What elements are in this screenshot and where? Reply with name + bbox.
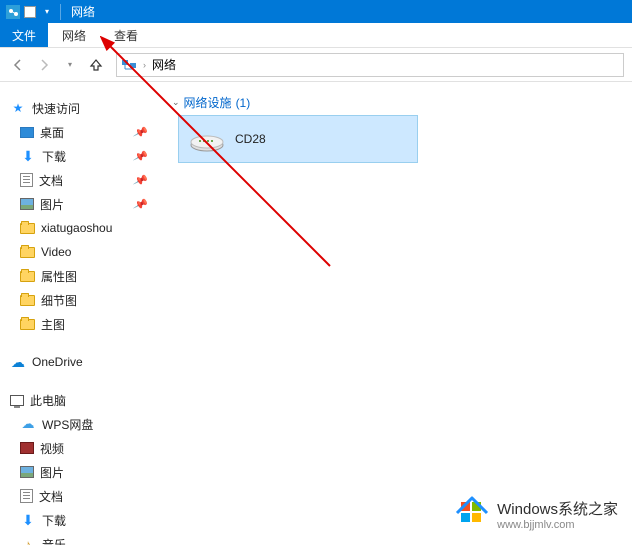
tree-item-label: 桌面 (40, 124, 64, 141)
pin-icon: 📌 (133, 148, 150, 164)
tree-item-label: 细节图 (41, 292, 77, 309)
document-icon (20, 173, 33, 187)
download-icon: ⬇ (20, 148, 36, 164)
pin-icon: 📌 (133, 172, 150, 188)
folder-icon (20, 223, 35, 234)
tree-item-label: 图片 (40, 464, 64, 481)
tab-network[interactable]: 网络 (48, 23, 100, 47)
content-area: ★ 快速访问 桌面 📌 ⬇ 下载 📌 文档 📌 图片 📌 xiatugaoshou Vid… (0, 82, 632, 545)
breadcrumb-chevron-icon: › (143, 60, 146, 70)
tree-label: 快速访问 (32, 100, 80, 117)
computer-icon (10, 395, 24, 406)
desktop-icon (20, 127, 34, 138)
watermark: Windows系统之家 www.bjjmlv.com (455, 496, 618, 533)
tree-item-downloads-pc[interactable]: ⬇ 下载 (8, 508, 160, 532)
pin-icon: 📌 (133, 196, 150, 212)
tree-item-label: Video (41, 245, 71, 259)
tree-item-label: 文档 (39, 172, 63, 189)
watermark-url: www.bjjmlv.com (497, 519, 618, 531)
address-location: 网络 (152, 56, 176, 73)
tree-group-quickaccess: ★ 快速访问 桌面 📌 ⬇ 下载 📌 文档 📌 图片 📌 xiatugaoshou Vid… (8, 96, 160, 336)
qat-checkbox[interactable] (24, 6, 36, 18)
chevron-down-icon: ⌄ (172, 97, 180, 108)
tree-item-folder[interactable]: 细节图 (8, 288, 160, 312)
folder-icon (20, 295, 35, 306)
tree-item-folder[interactable]: 属性图 (8, 264, 160, 288)
folder-icon (20, 247, 35, 258)
device-name: CD28 (235, 132, 266, 146)
cloud-icon: ☁ (10, 354, 26, 370)
tree-item-pictures-pc[interactable]: 图片 (8, 460, 160, 484)
nav-tree: ★ 快速访问 桌面 📌 ⬇ 下载 📌 文档 📌 图片 📌 xiatugaoshou Vid… (0, 82, 160, 545)
tree-item-label: 下载 (42, 148, 66, 165)
tree-item-folder[interactable]: 主图 (8, 312, 160, 336)
tree-node-quickaccess[interactable]: ★ 快速访问 (8, 96, 160, 120)
tree-item-label: 主图 (41, 316, 65, 333)
network-icon (121, 57, 137, 73)
cloud-icon: ☁ (20, 416, 36, 432)
section-count: (1) (236, 96, 251, 110)
title-separator (60, 4, 61, 20)
tree-item-downloads[interactable]: ⬇ 下载 📌 (8, 144, 160, 168)
nav-up-button[interactable] (86, 55, 106, 75)
app-icon[interactable] (4, 3, 22, 21)
nav-forward-button[interactable] (34, 55, 54, 75)
pin-icon: 📌 (133, 124, 150, 140)
tree-item-label: xiatugaoshou (41, 221, 112, 235)
tree-item-label: 下载 (42, 512, 66, 529)
nav-history-dropdown[interactable]: ▾ (60, 55, 80, 75)
folder-icon (20, 319, 35, 330)
picture-icon (20, 198, 34, 210)
tree-group-onedrive: ☁ OneDrive (8, 350, 160, 374)
music-icon: ♪ (20, 536, 36, 545)
nav-back-button[interactable] (8, 55, 28, 75)
tree-item-pictures[interactable]: 图片 📌 (8, 192, 160, 216)
tab-view[interactable]: 查看 (100, 23, 152, 47)
tree-item-documents[interactable]: 文档 📌 (8, 168, 160, 192)
tree-item-folder[interactable]: Video (8, 240, 160, 264)
tree-item-music[interactable]: ♪ 音乐 (8, 532, 160, 545)
folder-icon (20, 271, 35, 282)
tree-item-label: 视频 (40, 440, 64, 457)
tree-item-label: 文档 (39, 488, 63, 505)
tree-group-thispc: 此电脑 ☁ WPS网盘 视频 图片 文档 ⬇ 下载 ♪ 音乐 (8, 388, 160, 545)
tree-item-desktop[interactable]: 桌面 📌 (8, 120, 160, 144)
main-pane: ⌄ 网络设施 (1) CD28 (160, 82, 632, 545)
tree-item-folder[interactable]: xiatugaoshou (8, 216, 160, 240)
tab-file[interactable]: 文件 (0, 23, 48, 47)
tree-item-label: 图片 (40, 196, 64, 213)
router-icon (189, 125, 225, 153)
tree-label: OneDrive (32, 355, 83, 369)
section-label: 网络设施 (184, 94, 232, 111)
tree-item-documents-pc[interactable]: 文档 (8, 484, 160, 508)
nav-bar: ▾ › 网络 (0, 48, 632, 82)
tree-node-onedrive[interactable]: ☁ OneDrive (8, 350, 160, 374)
section-header[interactable]: ⌄ 网络设施 (1) (172, 94, 622, 111)
tree-item-label: 属性图 (41, 268, 77, 285)
windows-logo-icon (455, 496, 489, 533)
tree-label: 此电脑 (30, 392, 66, 409)
qat-dropdown-icon[interactable]: ▾ (38, 3, 56, 21)
tree-item-label: WPS网盘 (42, 416, 93, 433)
watermark-brand: Windows系统之家 (497, 498, 618, 519)
address-bar[interactable]: › 网络 (116, 53, 624, 77)
video-icon (20, 442, 34, 454)
tree-item-videos[interactable]: 视频 (8, 436, 160, 460)
tree-item-wps[interactable]: ☁ WPS网盘 (8, 412, 160, 436)
picture-icon (20, 466, 34, 478)
quick-access-toolbar: ▾ (4, 3, 56, 21)
title-bar: ▾ 网络 (0, 0, 632, 23)
ribbon-tabs: 文件 网络 查看 (0, 23, 632, 48)
document-icon (20, 489, 33, 503)
tree-item-label: 音乐 (42, 536, 66, 545)
tree-node-thispc[interactable]: 此电脑 (8, 388, 160, 412)
download-icon: ⬇ (20, 512, 36, 528)
star-icon: ★ (10, 100, 26, 116)
window-title: 网络 (71, 3, 95, 20)
network-device-item[interactable]: CD28 (178, 115, 418, 163)
